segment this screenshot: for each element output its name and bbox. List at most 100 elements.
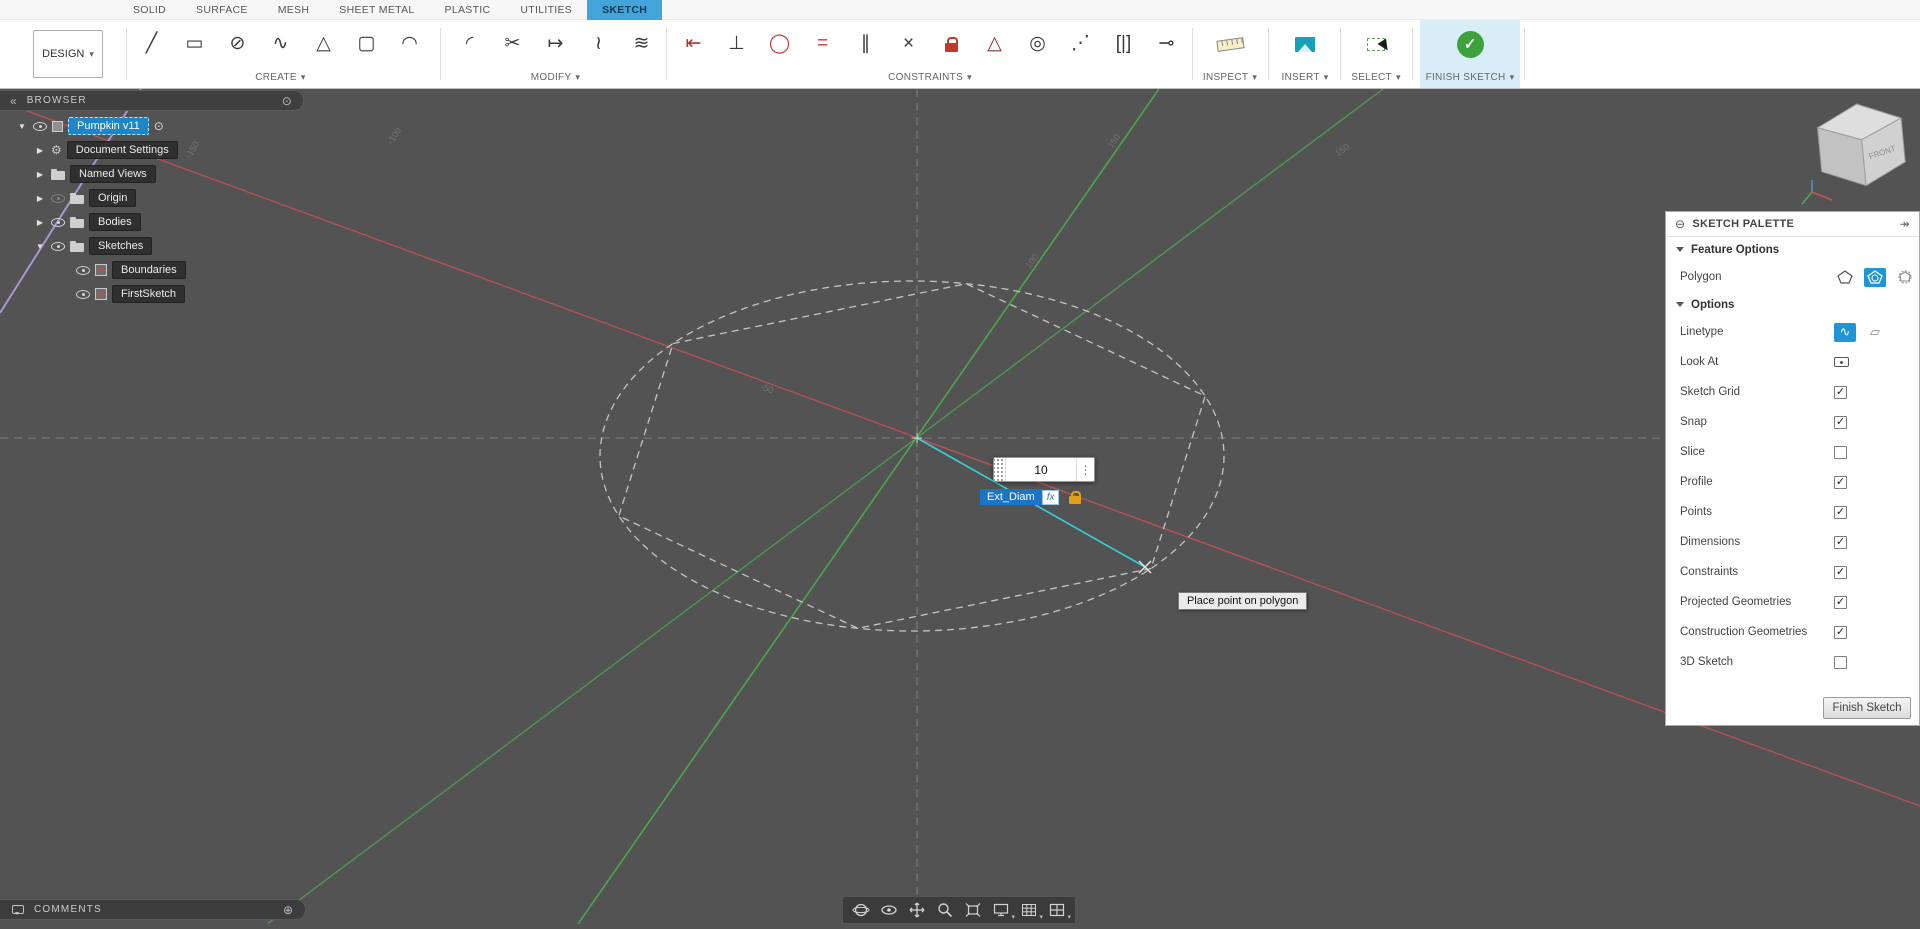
eye-off-icon[interactable] bbox=[51, 193, 65, 203]
construction-linetype-icon[interactable]: ▱ bbox=[1864, 322, 1886, 342]
feature-options-section[interactable]: Feature Options bbox=[1666, 237, 1919, 262]
finish-sketch-palette-button[interactable]: Finish Sketch bbox=[1823, 697, 1911, 719]
tab-sheet-metal[interactable]: SHEET METAL bbox=[324, 0, 429, 20]
slot-icon[interactable]: ▢ bbox=[345, 22, 388, 66]
coincident-icon[interactable]: × bbox=[887, 22, 930, 66]
eye-icon[interactable] bbox=[76, 265, 90, 275]
projected-geometries-checkbox[interactable]: ✓ bbox=[1834, 595, 1847, 609]
browser-item-label[interactable]: Bodies bbox=[89, 213, 141, 231]
tab-plastic[interactable]: PLASTIC bbox=[430, 0, 506, 20]
tab-mesh[interactable]: MESH bbox=[263, 0, 325, 20]
browser-item-label[interactable]: Named Views bbox=[70, 165, 156, 183]
insert-menu[interactable]: INSERT bbox=[1274, 68, 1336, 86]
circumscribed-polygon-icon[interactable] bbox=[1864, 267, 1886, 287]
browser-header[interactable]: BROWSER bbox=[0, 90, 304, 111]
sketch-palette-header[interactable]: SKETCH PALETTE bbox=[1666, 212, 1919, 237]
3d-sketch-checkbox[interactable] bbox=[1834, 655, 1847, 669]
normal-linetype-icon[interactable]: ∿ bbox=[1834, 322, 1856, 342]
trim-icon[interactable]: ✂ bbox=[491, 22, 534, 66]
finish-sketch-button[interactable] bbox=[1449, 22, 1492, 66]
line-icon[interactable]: ╱ bbox=[130, 22, 173, 66]
expand-open-icon[interactable]: ▼ bbox=[16, 122, 28, 131]
expand-closed-icon[interactable]: ▶ bbox=[34, 218, 46, 227]
constraints-checkbox[interactable]: ✓ bbox=[1834, 565, 1847, 579]
dimension-value-input[interactable]: 10 bbox=[1006, 458, 1076, 481]
insert-canvas-icon[interactable] bbox=[1284, 22, 1327, 66]
tab-sketch[interactable]: SKETCH bbox=[587, 0, 663, 20]
dimension-options-icon[interactable] bbox=[1076, 458, 1094, 481]
parameter-name-label[interactable]: Ext_Diam bbox=[980, 489, 1042, 505]
look-at-icon[interactable] bbox=[1834, 357, 1849, 367]
tangent-icon[interactable]: ◯ bbox=[758, 22, 801, 66]
browser-options-icon[interactable] bbox=[282, 94, 293, 108]
construction-geometries-checkbox[interactable]: ✓ bbox=[1834, 625, 1847, 639]
midpoint-icon[interactable]: △ bbox=[973, 22, 1016, 66]
slice-checkbox[interactable] bbox=[1834, 445, 1847, 459]
dock-panel-icon[interactable] bbox=[1900, 217, 1910, 231]
workspace-selector[interactable]: DESIGN bbox=[33, 30, 103, 78]
browser-item-origin[interactable]: ▶ Origin bbox=[0, 186, 186, 210]
browser-item-sketches[interactable]: ▼ Sketches bbox=[0, 234, 186, 258]
grid-settings-icon[interactable] bbox=[1015, 898, 1043, 922]
create-menu[interactable]: CREATE bbox=[130, 68, 431, 86]
browser-item-document-settings[interactable]: ▶ ⚙ Document Settings bbox=[0, 138, 186, 162]
expand-open-icon[interactable]: ▼ bbox=[34, 242, 46, 251]
browser-item-firstsketch[interactable]: FirstSketch bbox=[0, 282, 186, 306]
display-settings-icon[interactable] bbox=[987, 898, 1015, 922]
collapse-browser-icon[interactable] bbox=[10, 94, 17, 108]
inscribed-polygon-icon[interactable] bbox=[1894, 267, 1916, 287]
extend-icon[interactable]: ↦ bbox=[534, 22, 577, 66]
browser-item-pumpkin-v11[interactable]: ▼ Pumpkin v11 bbox=[0, 114, 186, 138]
look-at-icon[interactable] bbox=[875, 898, 903, 922]
browser-item-label[interactable]: Origin bbox=[89, 189, 137, 207]
zoom-icon[interactable] bbox=[931, 898, 959, 922]
inspect-menu[interactable]: INSPECT bbox=[1198, 68, 1262, 86]
concentric-icon[interactable]: ◎ bbox=[1016, 22, 1059, 66]
activate-component-icon[interactable] bbox=[154, 117, 164, 135]
horizontal-vertical-icon[interactable]: ⊥ bbox=[715, 22, 758, 66]
viewports-icon[interactable] bbox=[1043, 898, 1071, 922]
add-comment-icon[interactable] bbox=[283, 903, 293, 917]
select-menu[interactable]: SELECT bbox=[1346, 68, 1406, 86]
spline-icon[interactable]: ∿ bbox=[259, 22, 302, 66]
browser-item-label[interactable]: Document Settings bbox=[66, 141, 178, 159]
browser-item-label[interactable]: Boundaries bbox=[112, 261, 186, 279]
rectangle-icon[interactable]: ▭ bbox=[173, 22, 216, 66]
curvature-icon[interactable]: ⊸ bbox=[1145, 22, 1188, 66]
browser-item-bodies[interactable]: ▶ Bodies bbox=[0, 210, 186, 234]
circle-icon[interactable]: ⊘ bbox=[216, 22, 259, 66]
dimension-input-box[interactable]: 10 bbox=[993, 457, 1095, 482]
edge-polygon-icon[interactable] bbox=[1834, 267, 1856, 287]
browser-item-boundaries[interactable]: Boundaries bbox=[0, 258, 186, 282]
parallel-icon[interactable]: ∥ bbox=[844, 22, 887, 66]
collinear-icon[interactable]: ⋰ bbox=[1059, 22, 1102, 66]
offset-icon[interactable]: ≋ bbox=[620, 22, 663, 66]
eye-icon[interactable] bbox=[51, 217, 65, 227]
expand-closed-icon[interactable]: ▶ bbox=[34, 170, 46, 179]
arc-icon[interactable]: ◠ bbox=[388, 22, 431, 66]
dimensions-checkbox[interactable]: ✓ bbox=[1834, 535, 1847, 549]
tab-utilities[interactable]: UTILITIES bbox=[505, 0, 587, 20]
3d-viewport[interactable]: 150 100 150 -100 -150 -50 bbox=[0, 88, 1920, 925]
pan-icon[interactable] bbox=[903, 898, 931, 922]
equal-icon[interactable]: = bbox=[801, 22, 844, 66]
finish-sketch-menu[interactable]: FINISH SKETCH bbox=[1420, 68, 1520, 86]
browser-item-label[interactable]: FirstSketch bbox=[112, 285, 186, 303]
orbit-icon[interactable] bbox=[847, 898, 875, 922]
fillet-icon[interactable]: ◜ bbox=[448, 22, 491, 66]
profile-checkbox[interactable]: ✓ bbox=[1834, 475, 1847, 489]
drag-grip-icon[interactable] bbox=[994, 458, 1006, 481]
tab-solid[interactable]: SOLID bbox=[118, 0, 181, 20]
sketch-dimension-icon[interactable]: ⇤ bbox=[672, 22, 715, 66]
browser-item-named-views[interactable]: ▶ Named Views bbox=[0, 162, 186, 186]
options-section[interactable]: Options bbox=[1666, 292, 1919, 317]
constraints-menu[interactable]: CONSTRAINTS bbox=[672, 68, 1188, 86]
browser-item-label[interactable]: Pumpkin v11 bbox=[68, 117, 149, 135]
select-box-icon[interactable] bbox=[1355, 22, 1398, 66]
expand-closed-icon[interactable]: ▶ bbox=[34, 146, 46, 155]
eye-icon[interactable] bbox=[33, 121, 47, 131]
tab-surface[interactable]: SURFACE bbox=[181, 0, 263, 20]
polygon-icon[interactable]: △ bbox=[302, 22, 345, 66]
view-cube[interactable]: FRONT bbox=[1798, 92, 1920, 210]
sketch-grid-checkbox[interactable]: ✓ bbox=[1834, 385, 1847, 399]
